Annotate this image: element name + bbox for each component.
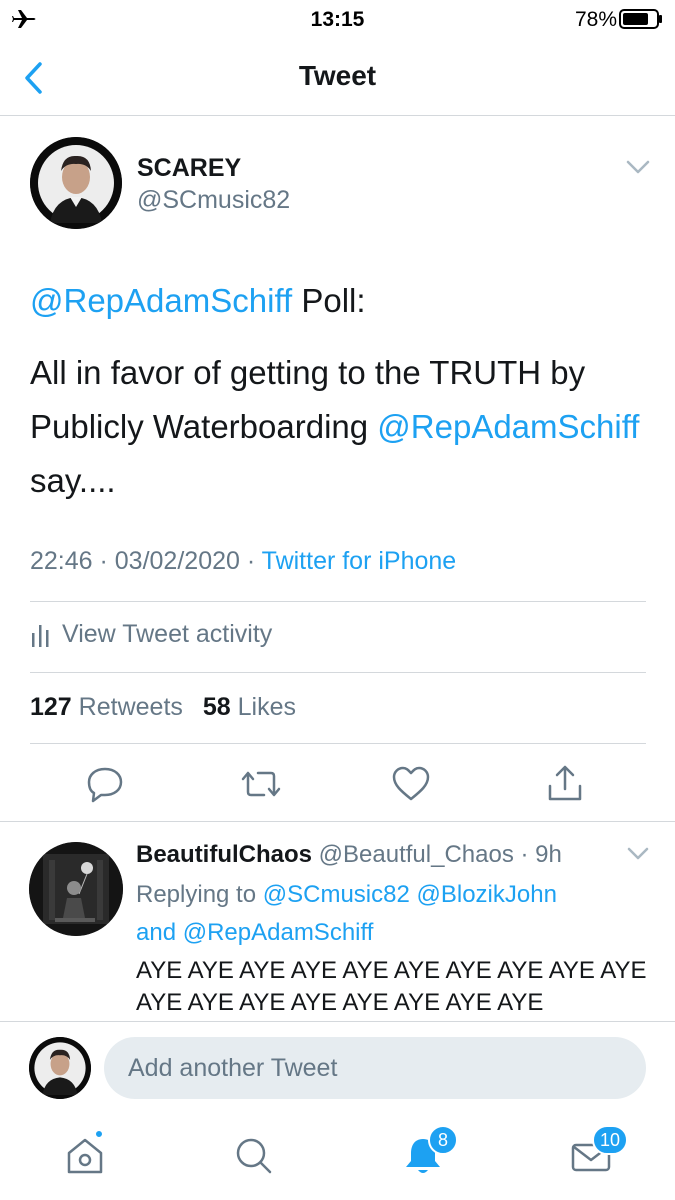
battery-percent: 78% [574, 8, 617, 31]
reply-text: AYE AYE AYE AYE AYE AYE AYE AYE AYE AYE … [136, 957, 647, 1016]
home-unread-dot [94, 1129, 104, 1139]
tweet-timestamp: 22:46 · 03/02/2020 · [30, 547, 262, 575]
chevron-down-icon[interactable] [625, 158, 651, 176]
tweet-text-segment: Poll: [292, 282, 366, 319]
divider [0, 821, 675, 822]
reply-header: BeautifulChaos @Beautful_Chaos · 9h [136, 841, 562, 869]
status-bar: 13:15 78% [0, 0, 675, 40]
nav-bar: Tweet [0, 40, 675, 116]
page-title: Tweet [298, 60, 377, 91]
user-avatar[interactable] [29, 1037, 91, 1099]
tab-home[interactable] [60, 1129, 110, 1181]
share-icon[interactable] [543, 762, 587, 806]
avatar-photo [29, 1037, 91, 1099]
status-time: 13:15 [310, 8, 365, 31]
mention-link[interactable]: @RepAdamSchiff [377, 408, 639, 445]
compose-bar [0, 1021, 675, 1113]
notifications-badge: 8 [428, 1125, 458, 1155]
mention-link[interactable]: @RepAdamSchiff [183, 919, 374, 946]
likes-label: Likes [237, 693, 297, 721]
tweet-source-link[interactable]: Twitter for iPhone [262, 547, 457, 575]
tab-bar: 8 10 [0, 1113, 675, 1200]
likes-stat[interactable]: 58 Likes [203, 693, 296, 721]
replying-prefix: Replying to [136, 881, 263, 908]
tweet-meta: 22:46 · 03/02/2020 · Twitter for iPhone [30, 547, 456, 576]
divider [30, 743, 646, 744]
author-name[interactable]: SCAREY [137, 154, 241, 183]
author-avatar[interactable] [30, 137, 122, 229]
compose-input[interactable] [104, 1037, 646, 1099]
retweet-icon[interactable] [239, 762, 283, 806]
divider [30, 672, 646, 673]
avatar-photo [30, 137, 122, 229]
retweets-stat[interactable]: 127 Retweets [30, 693, 183, 721]
tab-search[interactable] [229, 1131, 279, 1181]
retweets-count: 127 [30, 693, 72, 721]
view-activity-label: View Tweet activity [62, 620, 273, 648]
replying-to: Replying to @SCmusic82 @BlozikJohn and @R… [136, 876, 636, 952]
battery-icon [619, 9, 662, 29]
author-handle[interactable]: @SCmusic82 [137, 186, 290, 215]
reply-avatar[interactable] [29, 842, 123, 936]
reply-author-name[interactable]: BeautifulChaos [136, 841, 312, 868]
retweets-label: Retweets [78, 693, 183, 721]
analytics-icon [32, 625, 49, 648]
search-icon [236, 1138, 272, 1174]
tab-notifications[interactable]: 8 [398, 1125, 458, 1181]
mention-link[interactable]: @RepAdamSchiff [30, 282, 292, 319]
likes-count: 58 [202, 693, 231, 721]
mention-link[interactable]: @BlozikJohn [417, 881, 557, 908]
replying-and: and [136, 919, 183, 946]
tab-messages[interactable]: 10 [566, 1125, 629, 1181]
reply-handle-time: @Beautful_Chaos · 9h [312, 841, 562, 868]
chevron-down-icon[interactable] [626, 846, 650, 862]
reply-icon[interactable] [83, 762, 127, 806]
like-icon[interactable] [389, 762, 433, 806]
tweet-text: @RepAdamSchiff Poll: All in favor of get… [30, 274, 650, 526]
mention-link[interactable]: @SCmusic82 [263, 881, 410, 908]
home-icon [67, 1138, 103, 1174]
avatar-photo [29, 842, 123, 936]
tweet-text-segment: say.... [30, 462, 116, 499]
divider [30, 601, 646, 602]
view-activity-button[interactable]: View Tweet activity [30, 620, 272, 656]
tweet-stats: 127 Retweets 58 Likes [30, 693, 296, 722]
messages-badge: 10 [592, 1125, 629, 1155]
